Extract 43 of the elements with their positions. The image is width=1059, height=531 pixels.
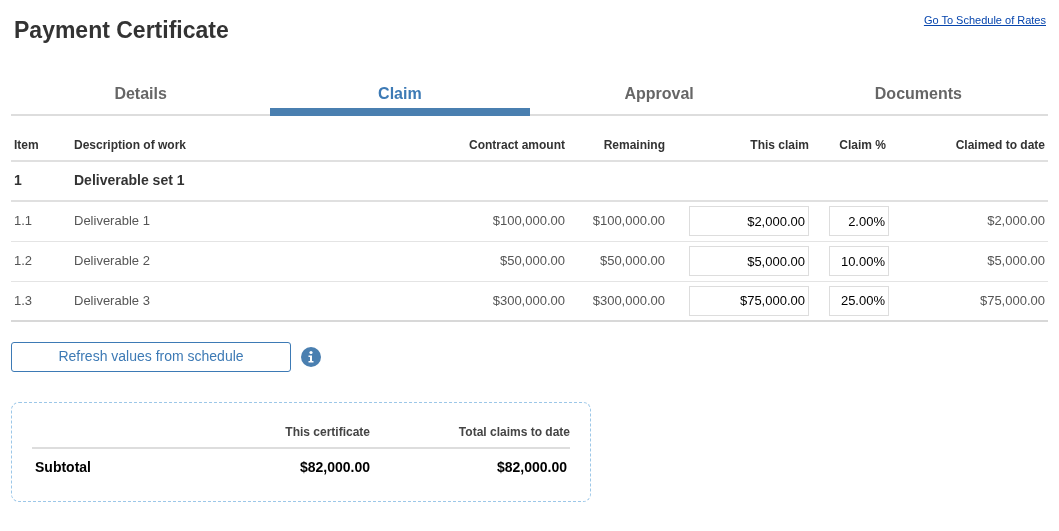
group-title: Deliverable set 1 xyxy=(74,171,186,190)
info-icon[interactable] xyxy=(301,346,321,367)
column-header: Item xyxy=(13,136,40,154)
amount-cell-text: $300,000.00 xyxy=(491,291,565,310)
item-number: 1.1 xyxy=(13,212,34,231)
column-header: Claimed to date xyxy=(954,136,1046,154)
column-header: This certificate xyxy=(284,423,370,441)
amount-cell-text: $100,000.00 xyxy=(591,212,665,231)
claim-percent-field[interactable]: 10.00% xyxy=(829,246,889,276)
description-cell-text: Deliverable 2 xyxy=(74,252,151,271)
schedule-link[interactable]: Go To Schedule of Rates xyxy=(923,12,1046,29)
column-header: Description of work xyxy=(74,136,187,154)
item-number: 1 xyxy=(13,171,23,190)
claim-percent-field[interactable]: 2.00% xyxy=(829,206,889,236)
description-cell-text: Deliverable 3 xyxy=(74,291,151,310)
column-header: Total claims to date xyxy=(457,423,570,441)
amount-cell-text: $5,000.00 xyxy=(986,252,1046,271)
claim-percent-field[interactable]: 25.00% xyxy=(829,285,889,316)
refresh-button[interactable]: Refresh values from schedule xyxy=(11,341,291,372)
column-header: Remaining xyxy=(602,136,665,154)
tab[interactable]: Documents xyxy=(788,75,1048,116)
amount-cell-text: $2,000.00 xyxy=(986,212,1046,231)
item-number: 1.3 xyxy=(13,291,34,310)
amount-cell-text: $75,000.00 xyxy=(978,291,1046,310)
page-title: Payment Certificate xyxy=(14,16,229,45)
item-number: 1.2 xyxy=(13,252,34,271)
subtotal-value: $82,000.00 xyxy=(298,458,370,477)
subtotal-value: $82,000.00 xyxy=(495,458,568,477)
column-header: Claim % xyxy=(838,136,887,154)
description-cell-text: Deliverable 1 xyxy=(74,212,151,231)
tab[interactable]: Claim xyxy=(270,75,530,116)
claim-amount-field[interactable]: $75,000.00 xyxy=(689,285,809,316)
column-header: This claim xyxy=(749,136,809,154)
tab[interactable]: Approval xyxy=(529,75,789,116)
amount-cell-text: $50,000.00 xyxy=(598,252,665,271)
column-header: Contract amount xyxy=(468,136,565,154)
claim-amount-field[interactable]: $2,000.00 xyxy=(689,206,809,236)
amount-cell-text: $300,000.00 xyxy=(591,291,665,310)
claim-amount-field[interactable]: $5,000.00 xyxy=(689,246,809,276)
tab[interactable]: Details xyxy=(11,75,271,116)
amount-cell-text: $50,000.00 xyxy=(498,252,565,271)
amount-cell-text: $100,000.00 xyxy=(491,212,565,231)
subtotal-label: Subtotal xyxy=(34,458,92,477)
